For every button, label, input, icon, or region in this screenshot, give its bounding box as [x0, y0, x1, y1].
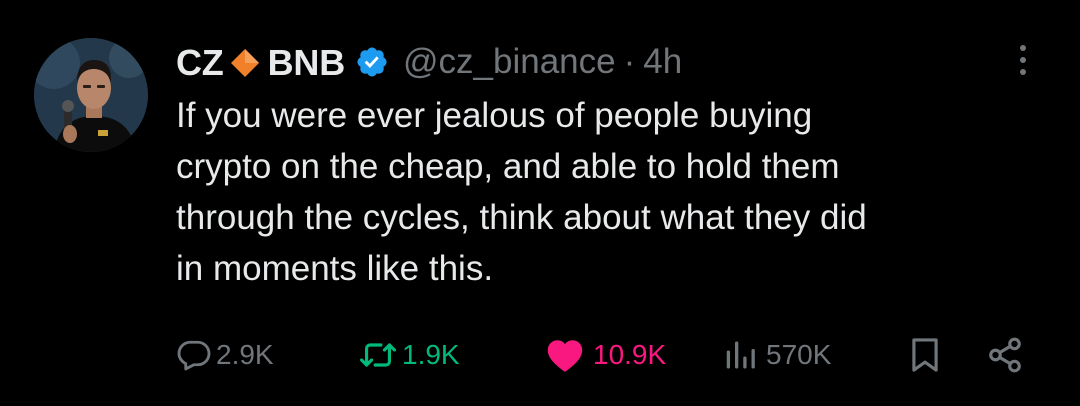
repost-count: 1.9K — [402, 339, 460, 370]
tweet-text-line: crypto on the cheap, and able to hold th… — [176, 147, 840, 186]
action-bar: 2.9K 1.9K 10.9K 570K — [0, 330, 1080, 380]
tweet-text: If you were ever jealous of people buyin… — [176, 90, 1056, 294]
bookmark-icon — [912, 338, 938, 372]
tweet-header: CZ BNB @cz_binance · 4h — [176, 36, 682, 88]
verified-badge-icon — [357, 47, 387, 77]
more-dot — [1020, 45, 1026, 51]
views-button[interactable]: 570K — [722, 330, 831, 380]
reply-count: 2.9K — [216, 339, 274, 370]
avatar-photo — [34, 38, 148, 152]
more-dot — [1020, 69, 1026, 75]
like-count: 10.9K — [593, 339, 667, 370]
tweet[interactable]: CZ BNB @cz_binance · 4h If you were ever … — [0, 0, 1080, 406]
repost-icon — [360, 343, 396, 367]
orange-diamond-icon — [230, 49, 259, 78]
repost-button[interactable]: 1.9K — [358, 330, 460, 380]
avatar[interactable] — [34, 38, 148, 152]
display-name-second: BNB — [267, 42, 346, 84]
more-icon[interactable] — [1010, 40, 1036, 80]
tweet-text-line: through the cycles, think about what the… — [176, 198, 867, 237]
author-handle[interactable]: @cz_binance — [403, 42, 616, 82]
like-button[interactable]: 10.9K — [545, 330, 666, 380]
tweet-text-line: If you were ever jealous of people buyin… — [176, 96, 813, 135]
views-icon — [726, 341, 755, 369]
post-time[interactable]: 4h — [643, 42, 682, 82]
display-name[interactable]: CZ BNB — [176, 40, 345, 84]
share-icon — [989, 337, 1021, 373]
reply-icon — [177, 340, 211, 371]
tweet-text-line: in moments like this. — [176, 249, 494, 288]
separator-dot: · — [623, 42, 636, 81]
share-button[interactable] — [985, 330, 1025, 380]
heart-icon — [547, 340, 583, 372]
bookmark-button[interactable] — [908, 330, 942, 380]
views-count: 570K — [766, 339, 832, 370]
more-dot — [1020, 57, 1026, 63]
reply-button[interactable]: 2.9K — [176, 330, 274, 380]
display-name-first: CZ — [176, 42, 224, 84]
